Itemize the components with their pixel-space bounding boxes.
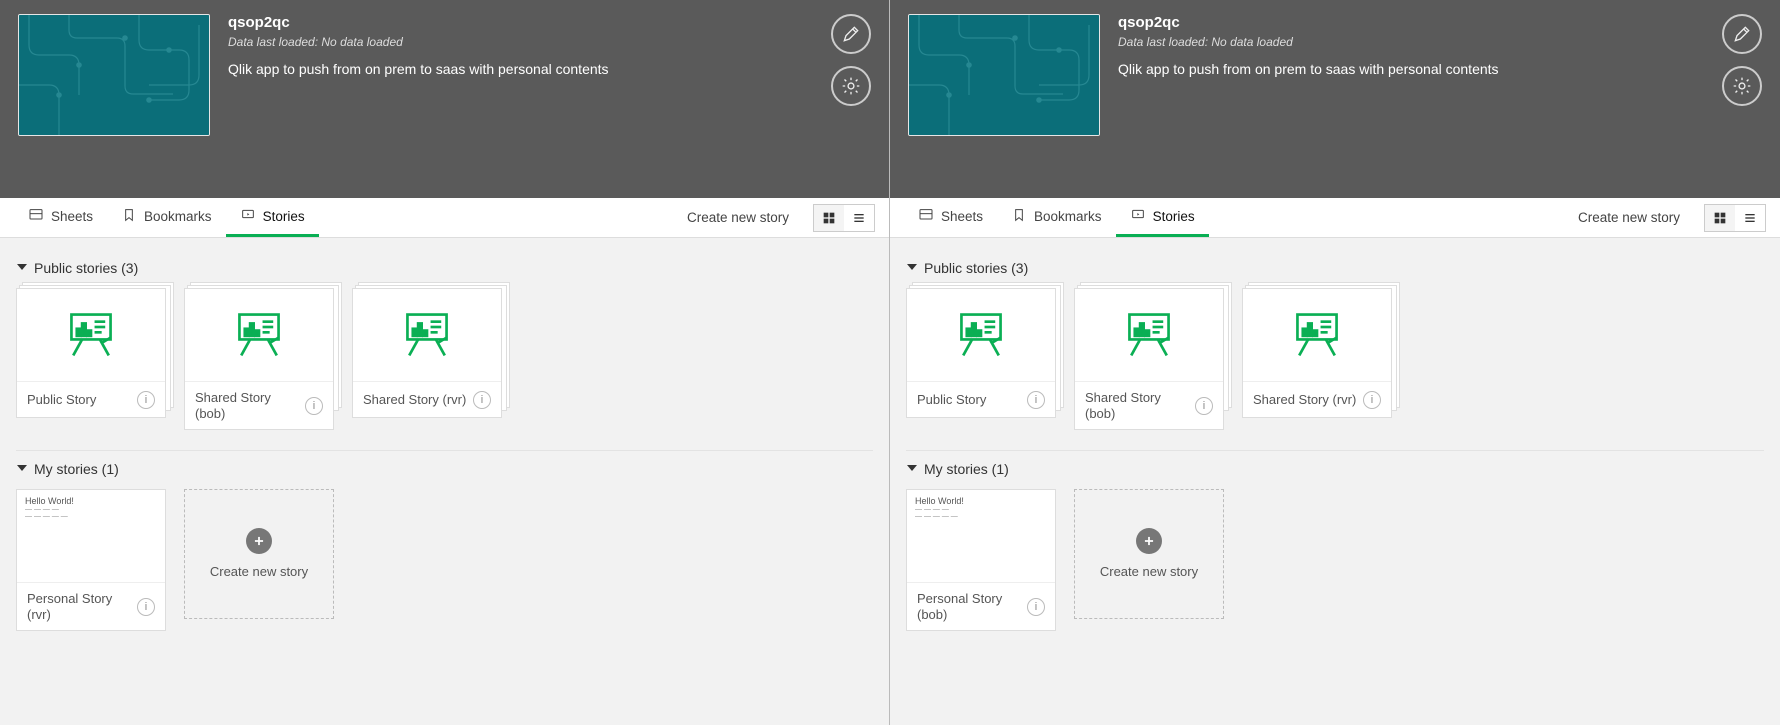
story-thumb	[907, 289, 1055, 381]
bookmark-icon	[121, 207, 137, 226]
edit-button[interactable]	[831, 14, 871, 54]
tab-bookmarks[interactable]: Bookmarks	[997, 198, 1116, 237]
chevron-down-icon	[906, 260, 918, 276]
nav-tabs: Sheets Bookmarks Stories Create new stor…	[0, 198, 889, 238]
public-story-card[interactable]: Public Story i	[16, 288, 166, 418]
section-title: My stories (1)	[924, 461, 1009, 477]
edit-button[interactable]	[1722, 14, 1762, 54]
story-title: Personal Story (rvr)	[27, 591, 131, 622]
chevron-down-icon	[16, 260, 28, 276]
my-story-card[interactable]: Hello World! — — — — — — — — — Personal …	[16, 489, 166, 631]
info-icon[interactable]: i	[137, 391, 155, 409]
app-description: Qlik app to push from on prem to saas wi…	[1118, 61, 1710, 77]
tab-label: Sheets	[51, 209, 93, 224]
info-icon[interactable]: i	[1195, 397, 1213, 415]
story-thumb	[1243, 289, 1391, 381]
story-preview: Hello World! — — — — — — — — —	[17, 490, 165, 582]
data-loaded-status: Data last loaded: No data loaded	[1118, 35, 1710, 49]
nav-tabs: Sheets Bookmarks Stories Create new stor…	[890, 198, 1780, 238]
app-pane: qsop2qc Data last loaded: No data loaded…	[890, 0, 1780, 725]
bookmark-icon	[1011, 207, 1027, 226]
story-title: Public Story	[917, 392, 986, 408]
list-view-button[interactable]	[844, 205, 874, 231]
data-loaded-status: Data last loaded: No data loaded	[228, 35, 819, 49]
sheets-icon	[28, 207, 44, 226]
section-title: My stories (1)	[34, 461, 119, 477]
plus-icon	[1136, 528, 1162, 554]
public-stories-header[interactable]: Public stories (3)	[906, 260, 1764, 276]
tab-label: Bookmarks	[1034, 209, 1102, 224]
my-stories-header[interactable]: My stories (1)	[906, 461, 1764, 477]
public-story-card[interactable]: Shared Story (rvr) i	[1242, 288, 1392, 418]
tab-sheets[interactable]: Sheets	[14, 198, 107, 237]
tab-label: Stories	[263, 209, 305, 224]
story-thumb	[353, 289, 501, 381]
info-icon[interactable]: i	[1027, 598, 1045, 616]
story-title: Shared Story (bob)	[1085, 390, 1189, 421]
view-toggle	[813, 204, 875, 232]
my-story-card[interactable]: Hello World! — — — — — — — — — Personal …	[906, 489, 1056, 631]
sheets-icon	[918, 207, 934, 226]
story-thumb	[17, 289, 165, 381]
my-stories-header[interactable]: My stories (1)	[16, 461, 873, 477]
info-icon[interactable]: i	[305, 397, 323, 415]
settings-button[interactable]	[1722, 66, 1762, 106]
section-title: Public stories (3)	[924, 260, 1028, 276]
view-toggle	[1704, 204, 1766, 232]
public-story-card[interactable]: Shared Story (rvr) i	[352, 288, 502, 418]
create-story-card[interactable]: Create new story	[184, 489, 334, 619]
story-title: Public Story	[27, 392, 96, 408]
story-title: Shared Story (rvr)	[363, 392, 466, 408]
story-thumb	[185, 289, 333, 381]
plus-icon	[246, 528, 272, 554]
create-card-label: Create new story	[1100, 564, 1198, 581]
public-story-card[interactable]: Public Story i	[906, 288, 1056, 418]
story-thumb	[1075, 289, 1223, 381]
story-preview: Hello World! — — — — — — — — —	[907, 490, 1055, 582]
info-icon[interactable]: i	[137, 598, 155, 616]
chevron-down-icon	[906, 461, 918, 477]
info-icon[interactable]: i	[1027, 391, 1045, 409]
public-stories-header[interactable]: Public stories (3)	[16, 260, 873, 276]
public-story-card[interactable]: Shared Story (bob) i	[184, 288, 334, 430]
app-thumbnail[interactable]	[18, 14, 210, 136]
create-story-link[interactable]: Create new story	[671, 210, 805, 225]
settings-button[interactable]	[831, 66, 871, 106]
grid-view-button[interactable]	[1705, 205, 1735, 231]
app-thumbnail[interactable]	[908, 14, 1100, 136]
create-story-link[interactable]: Create new story	[1562, 210, 1696, 225]
chevron-down-icon	[16, 461, 28, 477]
story-title: Personal Story (bob)	[917, 591, 1021, 622]
app-header: qsop2qc Data last loaded: No data loaded…	[0, 0, 889, 198]
info-icon[interactable]: i	[473, 391, 491, 409]
tab-bookmarks[interactable]: Bookmarks	[107, 198, 226, 237]
public-story-card[interactable]: Shared Story (bob) i	[1074, 288, 1224, 430]
stories-icon	[240, 207, 256, 226]
create-story-card[interactable]: Create new story	[1074, 489, 1224, 619]
section-title: Public stories (3)	[34, 260, 138, 276]
info-icon[interactable]: i	[1363, 391, 1381, 409]
app-pane: qsop2qc Data last loaded: No data loaded…	[0, 0, 890, 725]
tab-label: Stories	[1153, 209, 1195, 224]
story-title: Shared Story (bob)	[195, 390, 299, 421]
tab-stories[interactable]: Stories	[1116, 198, 1209, 237]
app-title: qsop2qc	[1118, 14, 1710, 31]
grid-view-button[interactable]	[814, 205, 844, 231]
create-card-label: Create new story	[210, 564, 308, 581]
tab-label: Bookmarks	[144, 209, 212, 224]
tab-stories[interactable]: Stories	[226, 198, 319, 237]
tab-sheets[interactable]: Sheets	[904, 198, 997, 237]
story-title: Shared Story (rvr)	[1253, 392, 1356, 408]
tab-label: Sheets	[941, 209, 983, 224]
app-header: qsop2qc Data last loaded: No data loaded…	[890, 0, 1780, 198]
app-description: Qlik app to push from on prem to saas wi…	[228, 61, 819, 77]
list-view-button[interactable]	[1735, 205, 1765, 231]
app-title: qsop2qc	[228, 14, 819, 31]
stories-icon	[1130, 207, 1146, 226]
